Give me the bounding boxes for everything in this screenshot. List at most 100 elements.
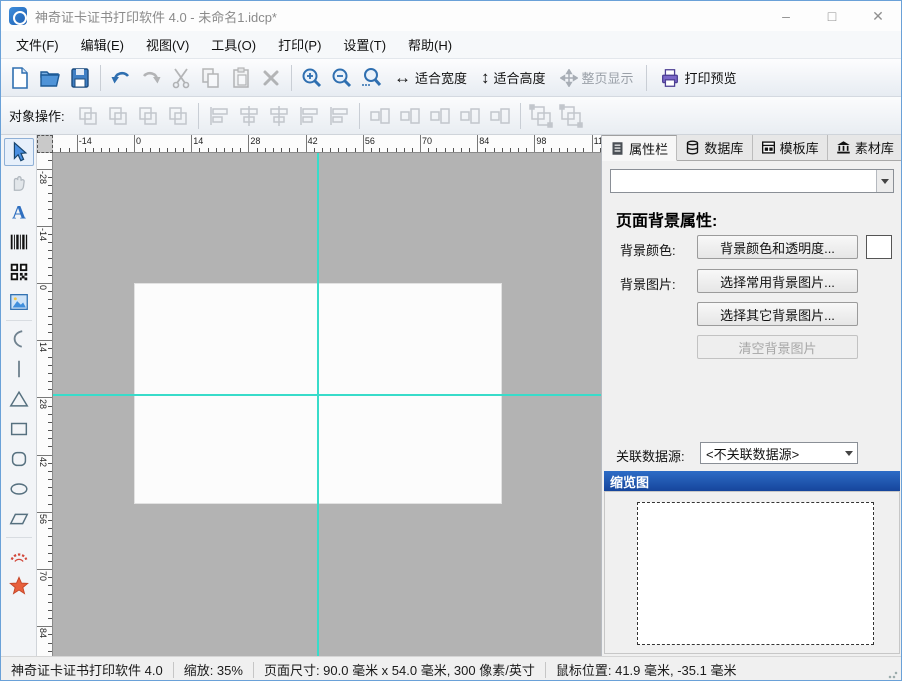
page-background-section-title: 页面背景属性:	[616, 207, 717, 231]
cut-button[interactable]	[166, 63, 196, 93]
paste-button[interactable]	[226, 63, 256, 93]
group-icon[interactable]	[526, 101, 556, 131]
database-icon	[685, 140, 700, 155]
zoom-custom-button[interactable]	[357, 63, 387, 93]
bg-color-button[interactable]: 背景颜色和透明度...	[697, 235, 858, 259]
bg-color-label: 背景颜色:	[620, 240, 676, 259]
status-app-name: 神奇证卡证书打印软件 4.0	[1, 660, 173, 679]
status-bar: 神奇证卡证书打印软件 4.0 缩放: 35% 页面尺寸: 90.0 毫米 x 5…	[1, 656, 901, 681]
template-icon	[761, 140, 776, 155]
send-to-back-icon[interactable]	[103, 101, 133, 131]
select-common-bg-button[interactable]: 选择常用背景图片...	[697, 269, 858, 293]
status-zoom: 缩放: 35%	[174, 660, 253, 679]
bring-forward-icon[interactable]	[133, 101, 163, 131]
menu-tools[interactable]: 工具(O)	[200, 31, 267, 58]
tab-properties[interactable]: 属性栏	[602, 135, 677, 161]
same-width-icon[interactable]	[365, 101, 395, 131]
same-size-icon[interactable]	[425, 101, 455, 131]
main-toolbar: ↔ 适合宽度 ↕ 适合高度 整页显示 打印预览	[1, 59, 901, 97]
align-center-horizontal-icon[interactable]	[234, 101, 264, 131]
ungroup-icon[interactable]	[556, 101, 586, 131]
fit-page-icon	[560, 69, 578, 87]
print-preview-button[interactable]: 打印预览	[652, 64, 744, 92]
zoom-out-button[interactable]	[327, 63, 357, 93]
select-other-bg-button[interactable]: 选择其它背景图片...	[697, 302, 858, 326]
right-panel: 属性栏 数据库 模板库 素材库 页面背景属性: 背景颜色: 背景颜色和透明	[601, 135, 902, 656]
fit-height-icon: ↕	[481, 69, 490, 86]
arc-seal-icon	[8, 545, 30, 567]
close-button[interactable]: ✕	[855, 1, 901, 31]
ellipse-tool-button[interactable]	[4, 475, 34, 503]
line-icon	[8, 358, 30, 380]
status-mouse-position: 鼠标位置: 41.9 毫米, -35.1 毫米	[546, 660, 747, 679]
send-backward-icon[interactable]	[163, 101, 193, 131]
parallelogram-tool-button[interactable]	[4, 505, 34, 533]
thumbnail-page-preview	[637, 502, 874, 645]
same-height-icon[interactable]	[395, 101, 425, 131]
text-tool-button[interactable]: A	[4, 198, 34, 226]
delete-button[interactable]	[256, 63, 286, 93]
minimize-button[interactable]: –	[763, 1, 809, 31]
datasource-combobox[interactable]: <不关联数据源>	[700, 442, 858, 464]
object-selector-combobox[interactable]	[610, 169, 894, 193]
undo-button[interactable]	[106, 63, 136, 93]
rounded-rectangle-icon	[8, 448, 30, 470]
clear-bg-button[interactable]: 清空背景图片	[697, 335, 858, 359]
arc-text-tool-button[interactable]	[4, 542, 34, 570]
star-tool-button[interactable]	[4, 572, 34, 600]
menu-print[interactable]: 打印(P)	[267, 31, 332, 58]
left-ruler: -28-140142842567084	[37, 153, 53, 656]
printer-icon	[659, 67, 681, 89]
redo-button[interactable]	[136, 63, 166, 93]
horizontal-center-guide	[53, 394, 601, 396]
ellipse-icon	[8, 478, 30, 500]
align-left-icon[interactable]	[204, 101, 234, 131]
pan-tool-button[interactable]	[4, 168, 34, 196]
object-selector-dropdown-button[interactable]	[876, 170, 893, 192]
rectangle-tool-button[interactable]	[4, 415, 34, 443]
distribute-horizontal-icon[interactable]	[455, 101, 485, 131]
triangle-tool-button[interactable]	[4, 385, 34, 413]
new-document-button[interactable]	[5, 63, 35, 93]
align-top-icon[interactable]	[264, 101, 294, 131]
align-middle-icon[interactable]	[294, 101, 324, 131]
copy-button[interactable]	[196, 63, 226, 93]
cursor-icon	[8, 141, 30, 163]
bring-to-front-icon[interactable]	[73, 101, 103, 131]
tab-database[interactable]: 数据库	[677, 135, 752, 160]
select-tool-button[interactable]	[4, 138, 34, 166]
maximize-button[interactable]: □	[809, 1, 855, 31]
image-tool-button[interactable]	[4, 288, 34, 316]
align-right-icon[interactable]	[324, 101, 354, 131]
menu-edit[interactable]: 编辑(E)	[70, 31, 135, 58]
menu-help[interactable]: 帮助(H)	[397, 31, 463, 58]
menu-settings[interactable]: 设置(T)	[332, 31, 397, 58]
resize-grip[interactable]	[888, 669, 898, 679]
barcode-tool-button[interactable]	[4, 228, 34, 256]
bg-color-swatch[interactable]	[866, 235, 892, 259]
menu-view[interactable]: 视图(V)	[135, 31, 200, 58]
text-icon: A	[8, 201, 30, 223]
rounded-rectangle-tool-button[interactable]	[4, 445, 34, 473]
menu-file[interactable]: 文件(F)	[5, 31, 70, 58]
curve-tool-button[interactable]	[4, 325, 34, 353]
image-icon	[8, 291, 30, 313]
bg-image-label: 背景图片:	[620, 274, 676, 293]
hand-icon	[8, 171, 30, 193]
thumbnail-header: 缩览图	[604, 471, 900, 491]
fit-width-button[interactable]: ↔ 适合宽度	[387, 65, 474, 90]
save-button[interactable]	[65, 63, 95, 93]
datasource-dropdown-button[interactable]	[840, 443, 857, 463]
triangle-icon	[8, 388, 30, 410]
zoom-in-button[interactable]	[297, 63, 327, 93]
tab-templates[interactable]: 模板库	[753, 135, 828, 160]
open-file-button[interactable]	[35, 63, 65, 93]
line-tool-button[interactable]	[4, 355, 34, 383]
design-canvas[interactable]	[53, 153, 601, 656]
tab-materials[interactable]: 素材库	[828, 135, 902, 160]
qrcode-tool-button[interactable]	[4, 258, 34, 286]
fit-page-button[interactable]: 整页显示	[553, 65, 641, 90]
chevron-down-icon	[881, 179, 889, 184]
fit-height-button[interactable]: ↕ 适合高度	[474, 65, 553, 90]
distribute-vertical-icon[interactable]	[485, 101, 515, 131]
